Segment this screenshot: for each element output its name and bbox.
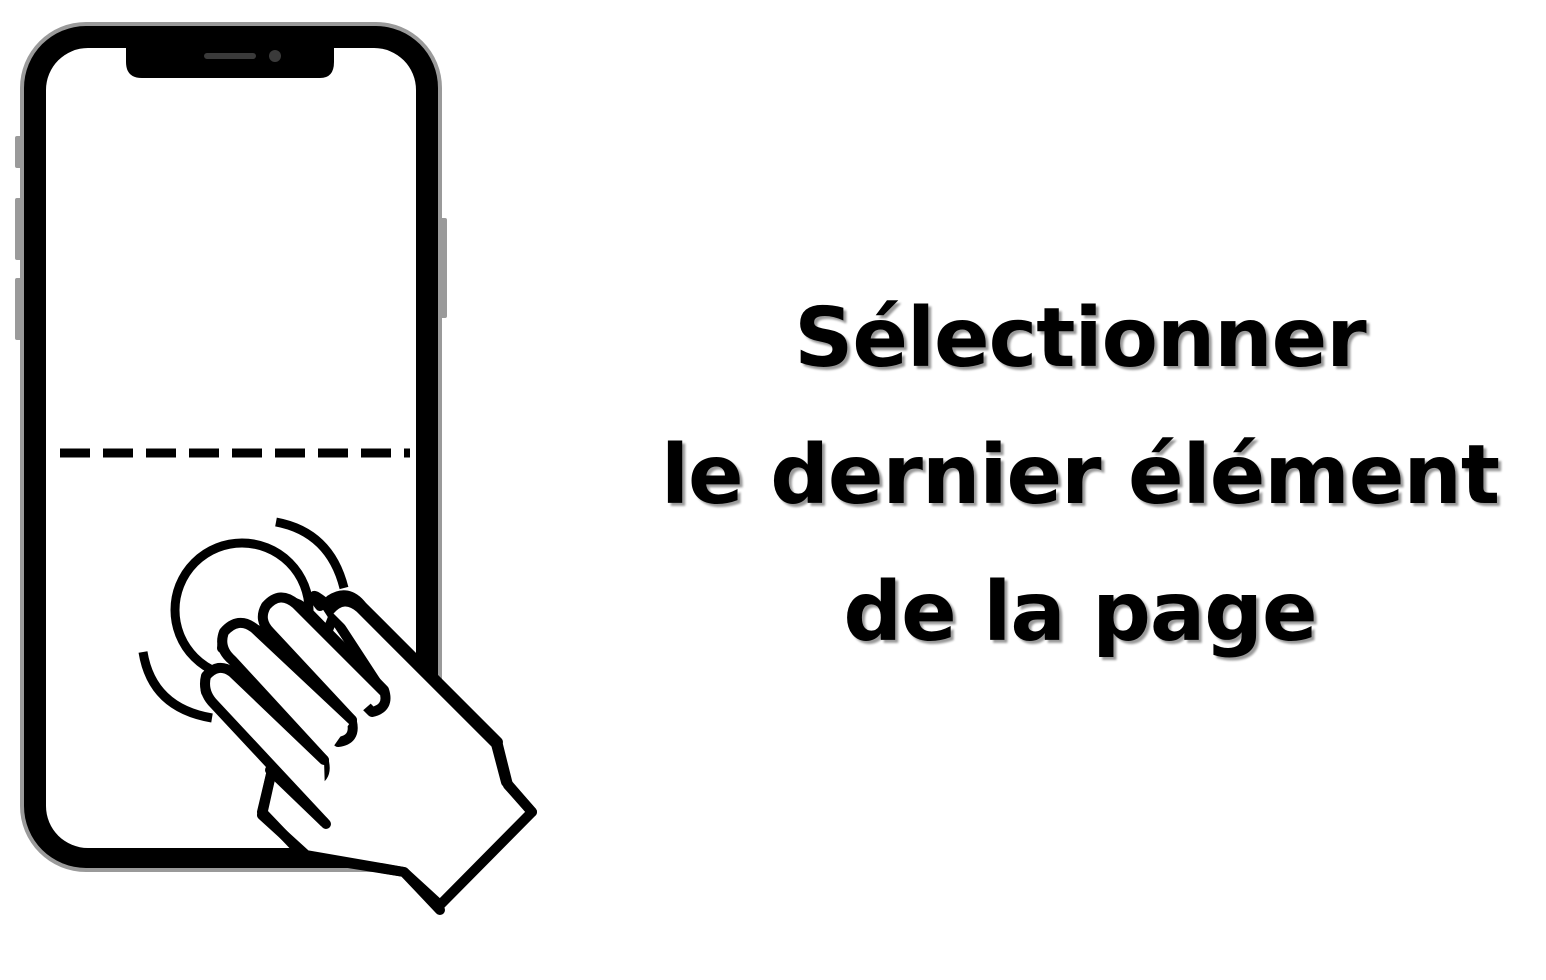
caption-line-3: de la page <box>843 565 1317 660</box>
instruction-caption: Sélectionner le dernier élément de la pa… <box>620 270 1540 681</box>
caption-line-2: le dernier élément <box>660 428 1500 523</box>
caption-line-1: Sélectionner <box>794 291 1366 386</box>
phone-gesture-illustration <box>15 22 537 915</box>
